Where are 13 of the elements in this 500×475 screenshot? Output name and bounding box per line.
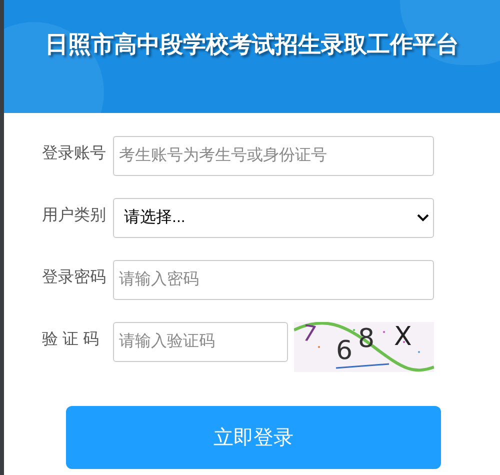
captcha-field[interactable]: 请输入验证码: [113, 322, 288, 362]
page-title: 日照市高中段学校考试招生录取工作平台: [45, 31, 459, 60]
captcha-character: 6: [336, 338, 353, 364]
field-label: 登录账号: [41, 144, 107, 164]
password-field[interactable]: 请输入密码: [113, 260, 434, 300]
user-type-select[interactable]: 请选择...: [113, 198, 434, 238]
field-label: 验 证 码: [41, 330, 100, 350]
chevron-down-icon: [417, 214, 429, 222]
captcha-character: X: [394, 324, 412, 350]
field-label: 用户类别: [41, 206, 107, 226]
captcha-character: 7: [300, 322, 318, 348]
account-field[interactable]: 考生账号为考生号或身份证号: [113, 136, 434, 176]
field-label: 登录密码: [41, 268, 107, 288]
